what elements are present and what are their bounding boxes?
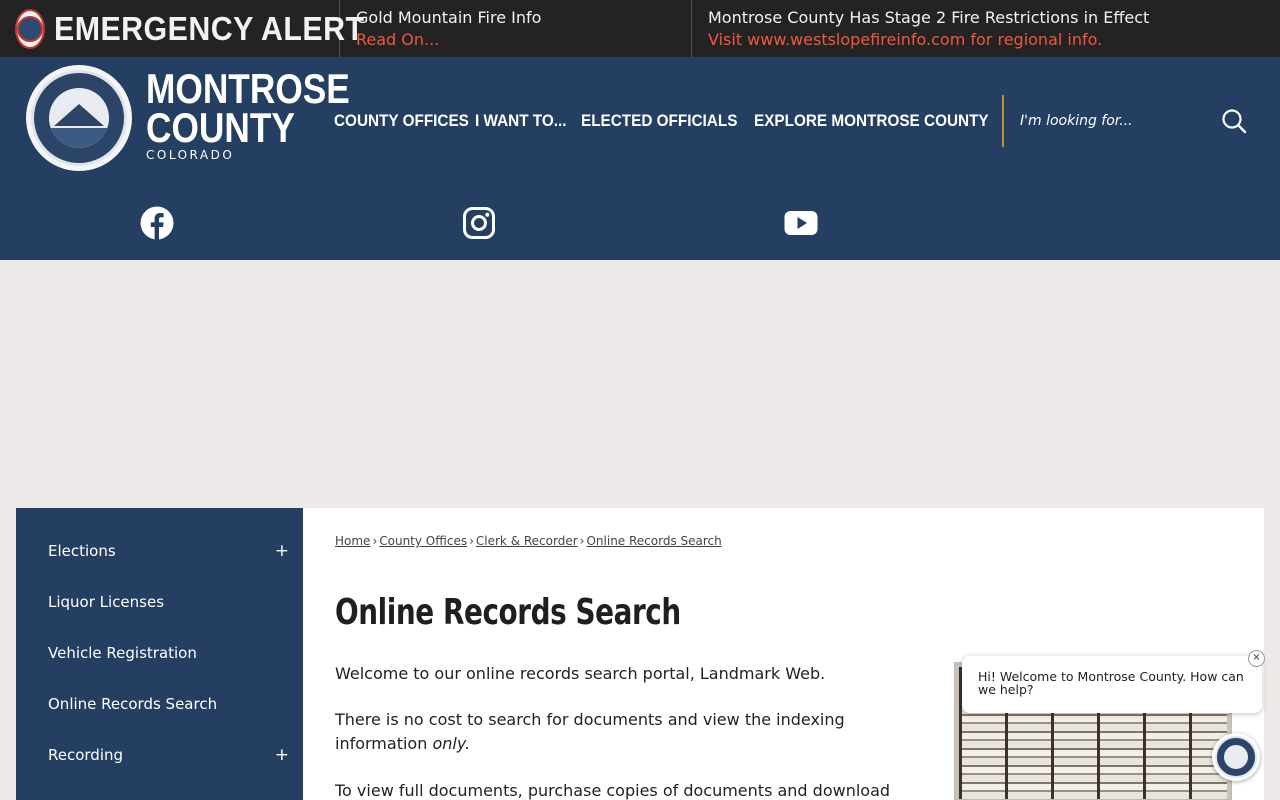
alert-item-title: Gold Mountain Fire Info (356, 7, 542, 27)
chat-welcome-bubble[interactable]: Hi! Welcome to Montrose County. How can … (962, 656, 1262, 713)
cost-paragraph: There is no cost to search for documents… (335, 708, 935, 756)
chat-launcher-avatar[interactable] (1212, 733, 1260, 781)
breadcrumb-separator: › (579, 534, 585, 548)
county-seal-logo[interactable] (26, 65, 132, 171)
sidebar-item-label: Elections (48, 541, 116, 560)
sidebar-nav: Elections + Liquor Licenses Vehicle Regi… (16, 508, 303, 800)
search-button[interactable] (1218, 107, 1250, 137)
sidebar-item-vehicle-registration[interactable]: Vehicle Registration (16, 627, 303, 678)
sidebar-item-label: Liquor Licenses (48, 592, 165, 611)
site-header: MONTROSE COUNTY COLORADO COUNTY OFFICES … (0, 57, 1280, 260)
logo-line-county: COUNTY (146, 104, 295, 151)
nav-explore-montrose-county[interactable]: EXPLORE MONTROSE COUNTY (754, 111, 989, 131)
sidebar-item-label: Vehicle Registration (48, 643, 197, 662)
nav-county-offices[interactable]: COUNTY OFFICES (334, 111, 469, 131)
breadcrumb-home[interactable]: Home (335, 534, 370, 548)
expand-plus-icon[interactable]: + (275, 745, 289, 765)
breadcrumb: Home › County Offices › Clerk & Recorder › Onl… (335, 534, 722, 548)
logo-line-montrose: MONTROSE (146, 65, 350, 112)
search-divider (1002, 95, 1004, 147)
intro-paragraph: Welcome to our online records search por… (335, 664, 826, 683)
facebook-link[interactable] (139, 205, 175, 241)
alert-read-on-link[interactable]: Read On... (356, 29, 675, 51)
search-icon (1222, 108, 1247, 133)
emergency-alert-brand: EMERGENCY ALERT (0, 0, 364, 57)
youtube-icon (784, 211, 818, 235)
breadcrumb-online-records-search[interactable]: Online Records Search (586, 534, 721, 548)
breadcrumb-clerk-recorder[interactable]: Clerk & Recorder (476, 534, 578, 548)
page-title: Online Records Search (335, 592, 681, 633)
breadcrumb-county-offices[interactable]: County Offices (379, 534, 467, 548)
nav-i-want-to[interactable]: I WANT TO... (475, 111, 567, 131)
alert-item-fire-restrictions[interactable]: Montrose County Has Stage 2 Fire Restric… (692, 0, 1280, 57)
expand-plus-icon[interactable]: + (275, 541, 289, 561)
alert-seal-icon (15, 8, 45, 49)
sidebar-item-liquor-licenses[interactable]: Liquor Licenses (16, 576, 303, 627)
sidebar-item-recording[interactable]: Recording + (16, 729, 303, 780)
sidebar-item-label: Online Records Search (48, 694, 218, 713)
youtube-link[interactable] (783, 205, 819, 241)
chat-close-icon[interactable]: × (1248, 650, 1265, 667)
alert-regional-info-link[interactable]: Visit www.westslopefireinfo.com for regi… (708, 29, 1264, 51)
chat-welcome-message: Hi! Welcome to Montrose County. How can … (978, 669, 1244, 697)
cost-paragraph-text: There is no cost to search for documents… (335, 710, 845, 753)
alert-item-title: Montrose County Has Stage 2 Fire Restric… (708, 7, 1150, 27)
emergency-alert-bar: EMERGENCY ALERT Gold Mountain Fire Info … (0, 0, 1280, 57)
search-input[interactable] (1012, 105, 1208, 137)
purchase-paragraph: To view full documents, purchase copies … (335, 781, 891, 800)
instagram-icon (463, 207, 495, 239)
cost-paragraph-emphasis: only. (432, 734, 471, 753)
alert-item-gold-mountain[interactable]: Gold Mountain Fire Info Read On... (340, 0, 692, 57)
sidebar-item-elections[interactable]: Elections + (16, 525, 303, 576)
emergency-alert-title: EMERGENCY ALERT (54, 9, 365, 47)
breadcrumb-separator: › (372, 534, 378, 548)
sidebar-item-online-records-search[interactable]: Online Records Search (16, 678, 303, 729)
breadcrumb-separator: › (469, 534, 474, 548)
nav-elected-officials[interactable]: ELECTED OFFICIALS (581, 111, 737, 131)
instagram-link[interactable] (461, 205, 497, 241)
sidebar-item-label: Recording (48, 745, 124, 764)
facebook-icon (140, 206, 174, 240)
